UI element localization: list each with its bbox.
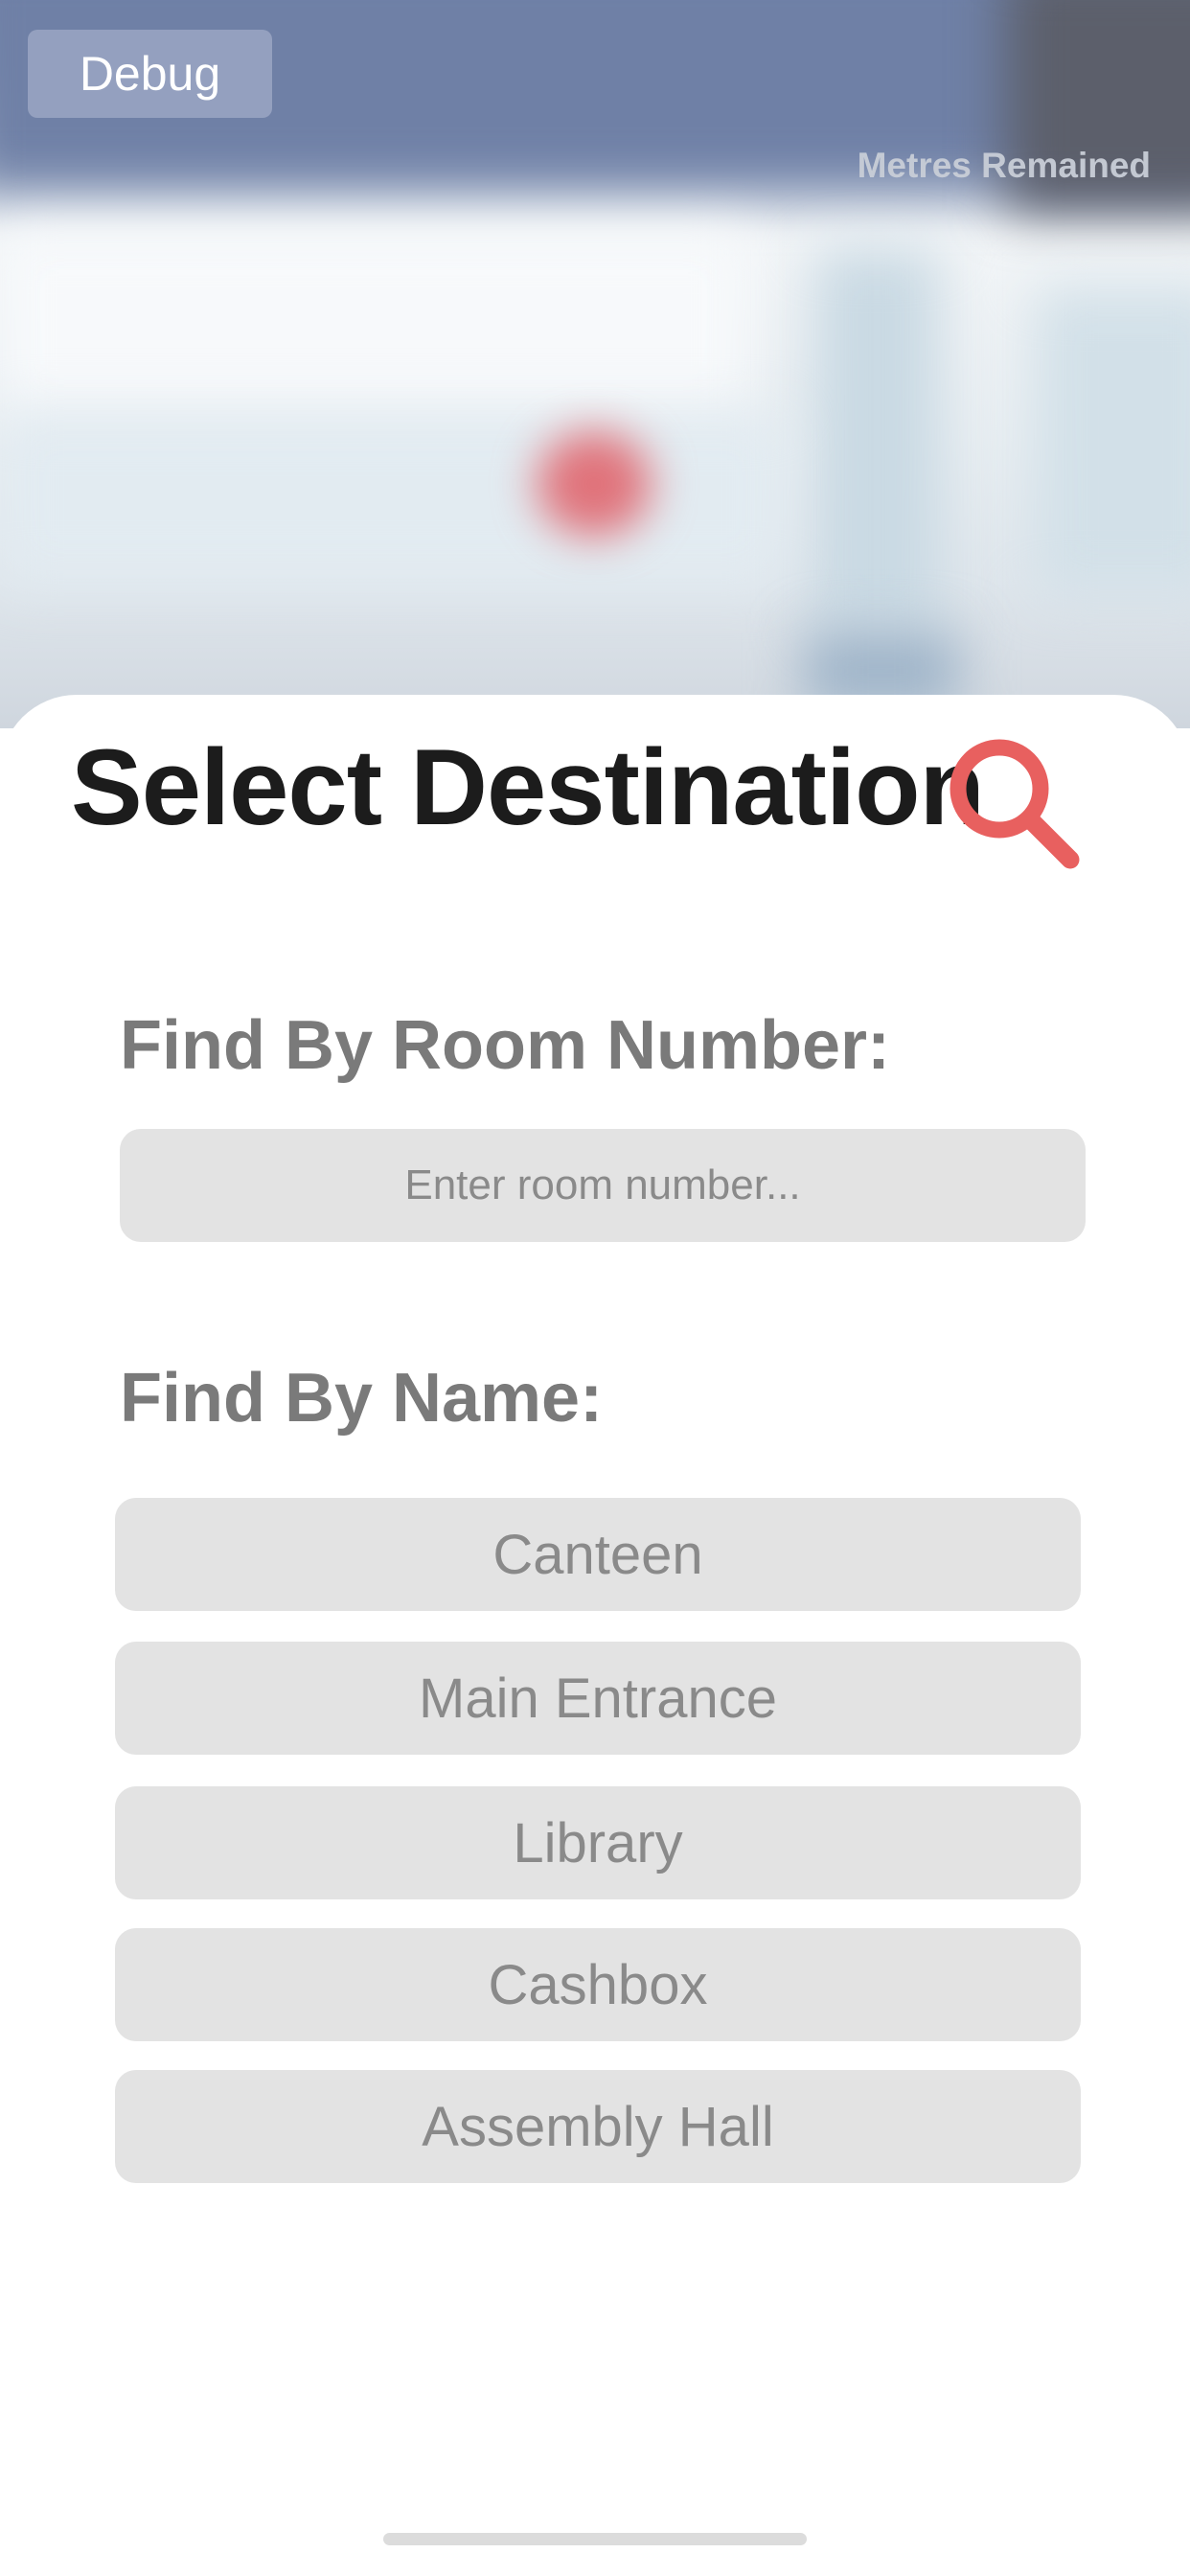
camera-view: Debug Metres Remained bbox=[0, 0, 1190, 728]
name-section-label: Find By Name: bbox=[120, 1360, 604, 1437]
page-title: Select Destination bbox=[71, 727, 985, 847]
camera-blur-right bbox=[1035, 288, 1190, 594]
room-number-input[interactable] bbox=[120, 1129, 1086, 1242]
camera-blur-light bbox=[0, 230, 747, 422]
camera-red-marker bbox=[537, 431, 652, 537]
camera-blur-column bbox=[814, 249, 939, 632]
destination-button-main-entrance[interactable]: Main Entrance bbox=[115, 1642, 1081, 1755]
home-indicator[interactable] bbox=[383, 2533, 807, 2545]
destination-sheet: Select Destination Find By Room Number: … bbox=[0, 695, 1190, 2576]
room-number-section-label: Find By Room Number: bbox=[120, 1007, 890, 1084]
destination-button-canteen[interactable]: Canteen bbox=[115, 1498, 1081, 1611]
debug-button[interactable]: Debug bbox=[28, 30, 272, 118]
camera-blur-floor bbox=[0, 412, 786, 585]
search-icon[interactable] bbox=[944, 733, 1087, 877]
destination-button-library[interactable]: Library bbox=[115, 1786, 1081, 1899]
metres-remained-label: Metres Remained bbox=[857, 146, 1151, 185]
destination-button-assembly-hall[interactable]: Assembly Hall bbox=[115, 2070, 1081, 2183]
destination-button-cashbox[interactable]: Cashbox bbox=[115, 1928, 1081, 2041]
